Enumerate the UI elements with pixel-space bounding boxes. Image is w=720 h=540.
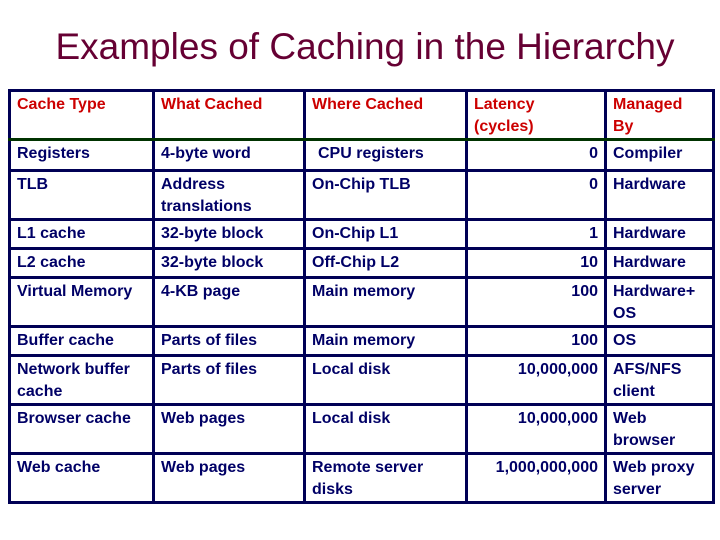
cell-managed-by: Web browser [604, 403, 715, 455]
cell-latency: 1,000,000,000 [465, 452, 607, 504]
header-what-cached: What Cached [152, 89, 306, 141]
cell-cache-type: Web cache [8, 452, 155, 504]
cell-latency: 100 [465, 276, 607, 328]
cell-cache-type: Network buffer cache [8, 354, 155, 406]
cell-where-cached: Local disk [303, 354, 468, 406]
cell-cache-type: Buffer cache [8, 325, 155, 357]
cell-latency: 100 [465, 325, 607, 357]
cell-what-cached: Web pages [152, 452, 306, 504]
cell-where-cached: Main memory [303, 276, 468, 328]
table-row: Registers 4-byte word CPU registers 0 Compil… [8, 138, 715, 172]
caching-table: Cache Type What Cached Where Cached Late… [8, 89, 715, 504]
table-row: L2 cache 32-byte block Off-Chip L2 10 Hardwa… [8, 247, 715, 279]
cell-managed-by: AFS/NFS client [604, 354, 715, 406]
cell-cache-type: L1 cache [8, 218, 155, 250]
header-latency: Latency (cycles) [465, 89, 607, 141]
cell-what-cached: Address translations [152, 169, 306, 221]
cell-latency: 10,000,000 [465, 354, 607, 406]
cell-latency: 10 [465, 247, 607, 279]
header-cache-type: Cache Type [8, 89, 155, 141]
cell-managed-by: Hardware+ OS [604, 276, 715, 328]
cell-where-cached: Local disk [303, 403, 468, 455]
cell-what-cached: Parts of files [152, 325, 306, 357]
cell-cache-type: L2 cache [8, 247, 155, 279]
header-managed-by: Managed By [604, 89, 715, 141]
cell-where-cached: CPU registers [303, 138, 468, 172]
table-row: Virtual Memory 4-KB page Main memory 100 Har… [8, 276, 715, 328]
header-where-cached: Where Cached [303, 89, 468, 141]
cell-what-cached: Web pages [152, 403, 306, 455]
cell-where-cached: On-Chip TLB [303, 169, 468, 221]
cell-what-cached: Parts of files [152, 354, 306, 406]
cell-where-cached: Remote server disks [303, 452, 468, 504]
cell-managed-by: Compiler [604, 138, 715, 172]
cell-where-cached: On-Chip L1 [303, 218, 468, 250]
cell-managed-by: Hardware [604, 218, 715, 250]
table-header-row: Cache Type What Cached Where Cached Late… [8, 89, 715, 141]
cell-what-cached: 32-byte block [152, 218, 306, 250]
cell-cache-type: Virtual Memory [8, 276, 155, 328]
table-row: Network buffer cache Parts of files Local … [8, 354, 715, 406]
cell-where-cached: Off-Chip L2 [303, 247, 468, 279]
cell-latency: 0 [465, 138, 607, 172]
cell-managed-by: Hardware [604, 169, 715, 221]
table-row: Browser cache Web pages Local disk 10,000,0… [8, 403, 715, 455]
table-row: Buffer cache Parts of files Main memory 100… [8, 325, 715, 357]
slide-title: Examples of Caching in the Hierarchy [55, 26, 675, 67]
table-row: Web cache Web pages Remote server disks 1,0… [8, 452, 715, 504]
table-row: L1 cache 32-byte block On-Chip L1 1 Hardware [8, 218, 715, 250]
cell-latency: 1 [465, 218, 607, 250]
cell-what-cached: 4-KB page [152, 276, 306, 328]
cell-what-cached: 32-byte block [152, 247, 306, 279]
cell-cache-type: Browser cache [8, 403, 155, 455]
cell-managed-by: Hardware [604, 247, 715, 279]
table-row: TLB Address translations On-Chip TLB 0 Hardw… [8, 169, 715, 221]
cell-cache-type: Registers [8, 138, 155, 172]
cell-where-cached: Main memory [303, 325, 468, 357]
cell-managed-by: OS [604, 325, 715, 357]
cell-latency: 0 [465, 169, 607, 221]
cell-managed-by: Web proxy server [604, 452, 715, 504]
cell-cache-type: TLB [8, 169, 155, 221]
cell-latency: 10,000,000 [465, 403, 607, 455]
cell-what-cached: 4-byte word [152, 138, 306, 172]
